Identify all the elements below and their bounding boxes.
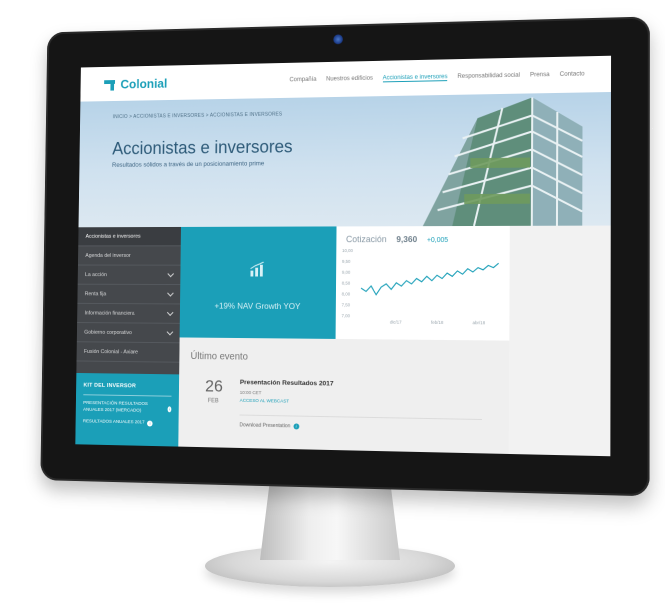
breadcrumb[interactable]: INICIO > ACCIONISTAS E INVERSORES > ACCI…	[113, 112, 283, 121]
sidebar-item-label: Agenda del inversor	[85, 253, 130, 259]
chevron-down-icon	[167, 290, 174, 297]
sidebar-item-0[interactable]: Accionistas e inversores	[78, 227, 181, 246]
nav-item-3[interactable]: Responsabilidad social	[457, 72, 520, 81]
divider	[240, 415, 482, 420]
sidebar-item-4[interactable]: Información financiera	[77, 304, 180, 324]
share-price-chart: 10,00 9,50 9,00 8,50 8,00 7,50 7,00 dic/17 feb/1…	[341, 246, 503, 337]
nav-item-1[interactable]: Nuestros edificios	[326, 75, 373, 84]
x-tick-label: abr/18	[472, 320, 485, 325]
nav-item-0[interactable]: Compañía	[289, 76, 316, 84]
page-subtitle: Resultados sólidos a través de un posici…	[112, 160, 264, 168]
y-tick-label: 8,50	[342, 281, 351, 286]
webcast-link[interactable]: ACCESO AL WEBCAST	[240, 399, 289, 405]
share-price-tile[interactable]: Cotización 9,360 +0,005 10,00 9,50 9,00 8,5…	[336, 226, 510, 341]
sidebar-item-6[interactable]: Fusión Colonial - Axiare	[77, 342, 180, 363]
nav-growth-tile[interactable]: +19% NAV Growth YOY	[180, 226, 337, 339]
chevron-down-icon	[167, 270, 174, 277]
sidebar-item-3[interactable]: Renta fija	[77, 285, 180, 305]
y-tick-label: 9,00	[342, 270, 351, 275]
main-nav: Compañía Nuestros edificios Accionistas e …	[289, 70, 584, 84]
download-icon: ↓	[168, 406, 172, 412]
download-presentation-link[interactable]: Download Presentation ↓	[239, 422, 299, 429]
latest-event: Último evento 26 FEB Presentación Result…	[178, 337, 509, 456]
logo[interactable]: Colonial	[104, 76, 167, 92]
quote-change: +0,005	[427, 237, 448, 244]
logo-text: Colonial	[120, 76, 167, 91]
event-day: 26	[205, 377, 223, 397]
sidebar-item-2[interactable]: La acción	[78, 266, 181, 286]
chevron-down-icon	[167, 309, 174, 316]
x-tick-label: dic/17	[390, 319, 402, 324]
page-title: Accionistas e inversores	[112, 137, 292, 160]
download-icon: ↓	[147, 421, 153, 427]
sidebar-item-label: Información financiera	[84, 310, 134, 316]
share-quote: Cotización 9,360 +0,005	[346, 234, 448, 244]
price-series-line	[361, 263, 499, 295]
sidebar-item-label: Fusión Colonial - Axiare	[84, 349, 138, 355]
y-tick-label: 7,00	[342, 313, 351, 318]
hero-banner: INICIO > ACCIONISTAS E INVERSORES > ACCI…	[79, 92, 611, 227]
sidebar-item-label: Accionistas e inversores	[86, 233, 141, 239]
quote-label: Cotización	[346, 234, 387, 244]
logo-mark-icon	[104, 78, 115, 90]
y-tick-label: 8,00	[342, 291, 351, 296]
investor-kit: KIT DEL INVERSOR PRESENTACIÓN RESULTADOS…	[75, 373, 179, 456]
y-tick-label: 7,50	[342, 302, 351, 307]
download-icon: ↓	[293, 423, 299, 429]
event-month: FEB	[208, 398, 219, 404]
bar-chart-icon	[250, 262, 265, 278]
x-tick-label: feb/18	[431, 320, 444, 325]
quote-price: 9,360	[396, 234, 417, 244]
kit-link-results[interactable]: RESULTADOS ANUALES 2017 ↓	[83, 419, 171, 427]
sidebar-item-label: La acción	[85, 272, 107, 278]
chevron-down-icon	[167, 329, 174, 336]
nav-item-4[interactable]: Prensa	[530, 71, 550, 79]
y-tick-label: 10,00	[342, 248, 353, 253]
main-content: Accionistas e inversores Agenda del inver…	[75, 226, 610, 457]
investor-kit-title: KIT DEL INVERSOR	[83, 383, 171, 397]
screen: Colonial Compañía Nuestros edificios Accio…	[75, 56, 611, 457]
sidebar-item-1[interactable]: Agenda del inversor	[78, 246, 181, 265]
y-tick-label: 9,50	[342, 259, 351, 264]
event-time: 10:00 CET	[240, 391, 262, 396]
building-image	[384, 97, 583, 227]
nav-item-2[interactable]: Accionistas e inversores	[383, 73, 448, 82]
monitor-bezel: Colonial Compañía Nuestros edificios Accio…	[40, 16, 650, 496]
nav-item-5[interactable]: Contacto	[560, 70, 585, 79]
events-heading: Último evento	[190, 351, 247, 362]
nav-growth-text: +19% NAV Growth YOY	[180, 301, 336, 312]
sidebar-item-label: Gobierno corporativo	[84, 329, 132, 335]
kit-link-presentation[interactable]: PRESENTACIÓN RESULTADOS ANUALES 2017 (ME…	[83, 401, 171, 415]
sidebar-item-label: Renta fija	[85, 291, 107, 297]
sidebar-item-5[interactable]: Gobierno corporativo	[77, 323, 180, 343]
webcam-icon	[333, 34, 343, 44]
event-title[interactable]: Presentación Resultados 2017	[240, 379, 334, 387]
